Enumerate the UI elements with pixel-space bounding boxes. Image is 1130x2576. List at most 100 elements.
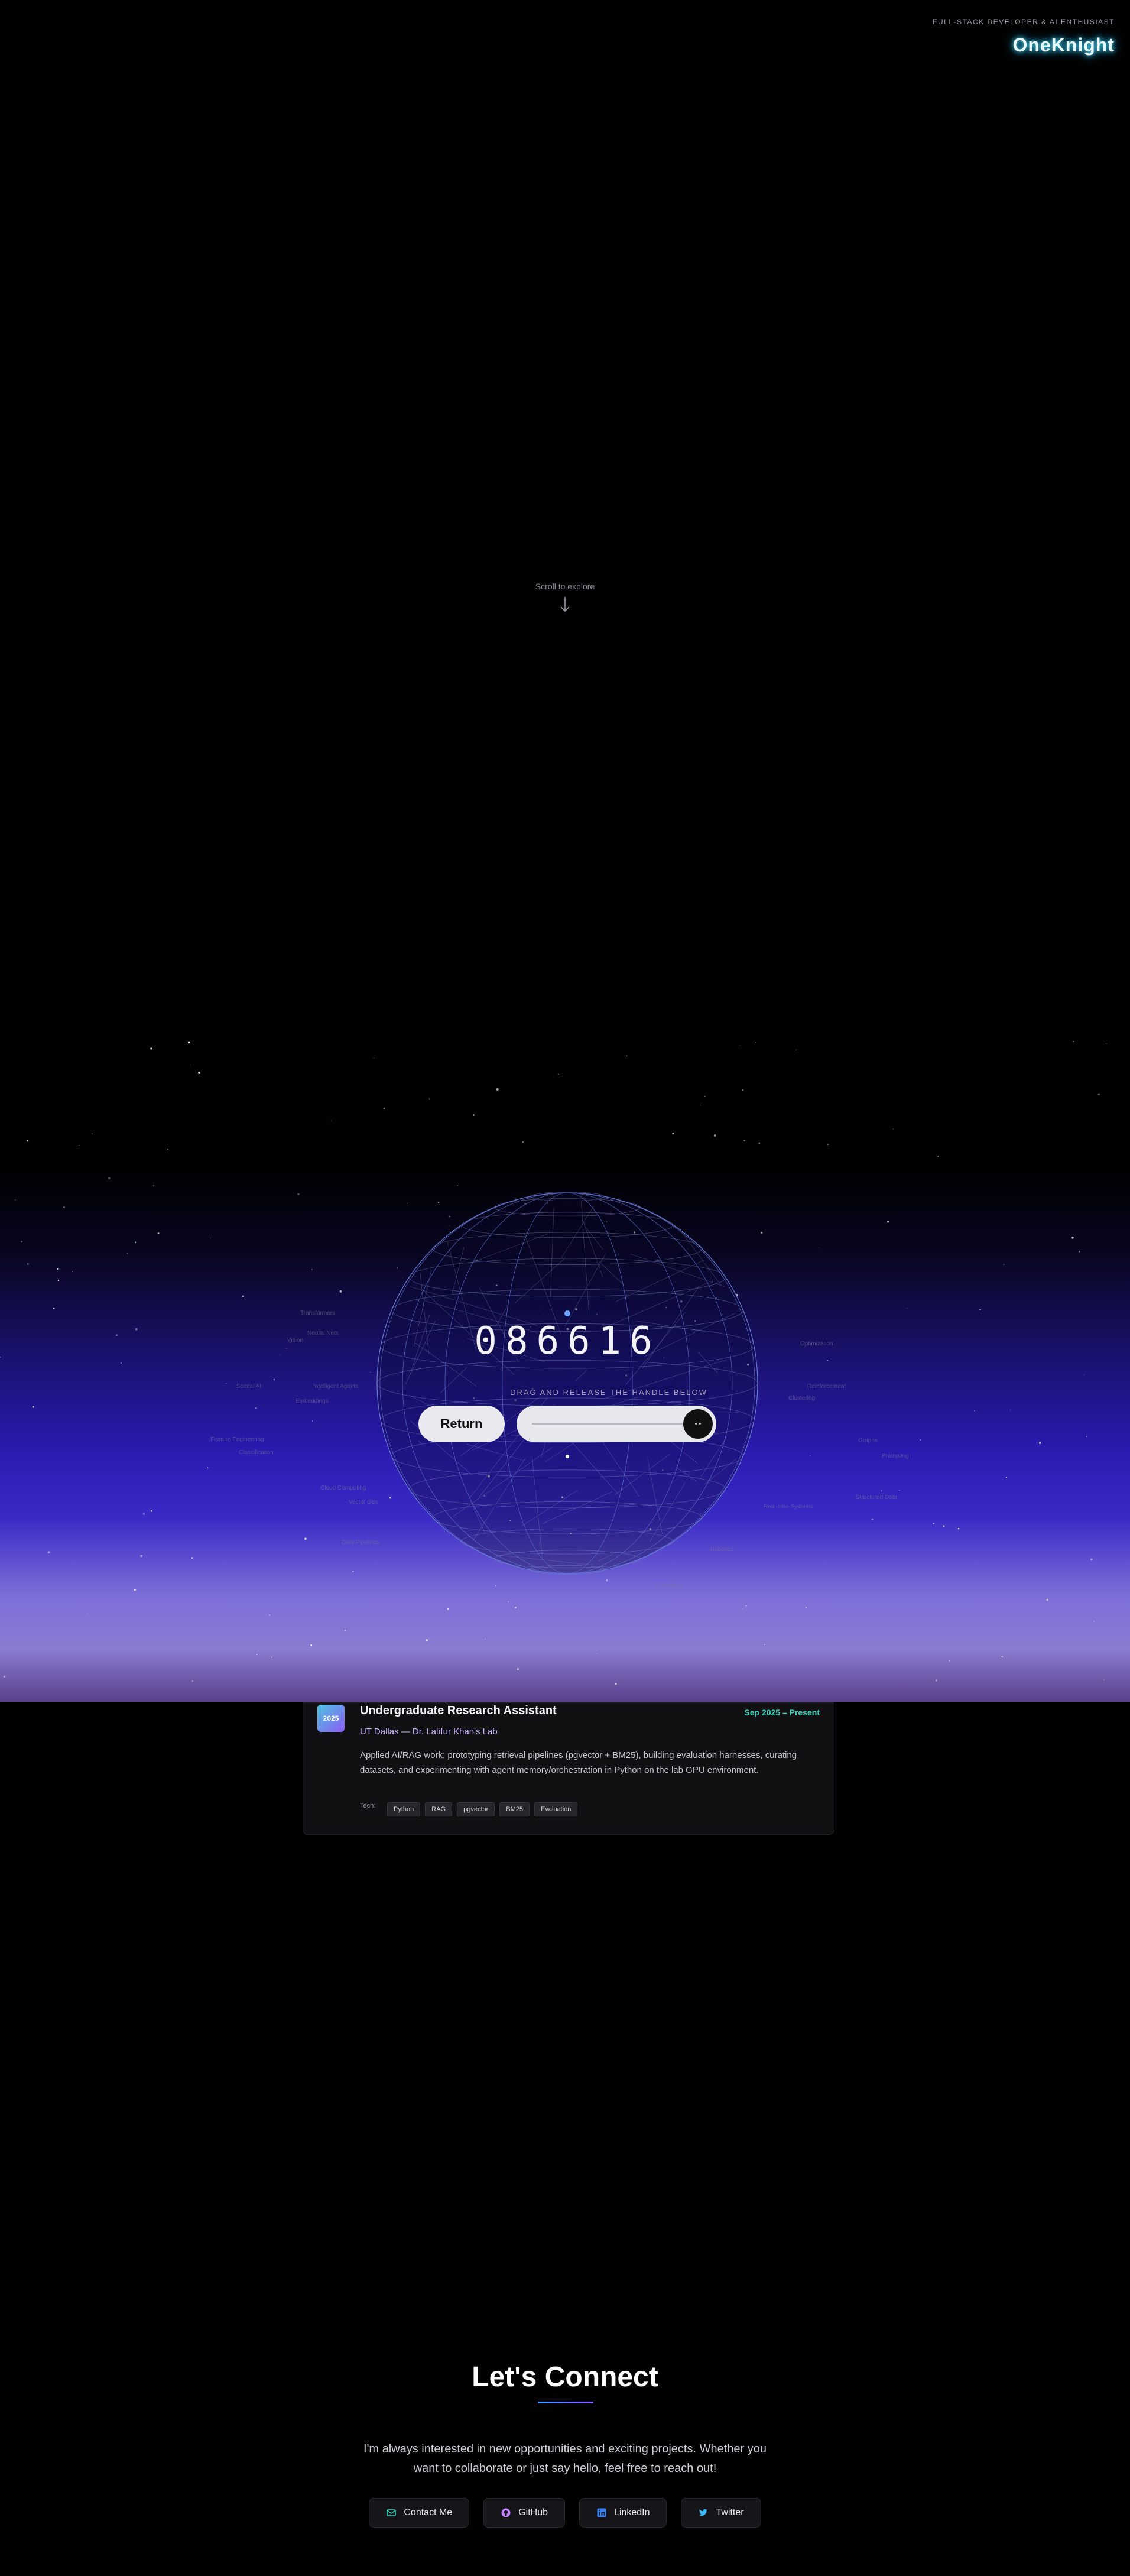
skill-label: Spatial AI: [236, 1383, 262, 1390]
star: [187, 1041, 190, 1044]
skill-label: Data Pipelines: [342, 1539, 380, 1546]
star: [207, 1467, 209, 1469]
star: [142, 1513, 145, 1516]
link-label: GitHub: [518, 2507, 548, 2517]
star: [742, 1089, 744, 1091]
slider-track: [532, 1423, 687, 1425]
skill-label: Robotics: [710, 1546, 733, 1553]
tech-tag: Evaluation: [534, 1802, 578, 1816]
star: [191, 1680, 193, 1682]
star: [57, 1268, 59, 1270]
star: [805, 1607, 807, 1608]
tech-tags: Python RAG pgvector BM25 Evaluation: [387, 1802, 578, 1816]
title-underline: [538, 2402, 593, 2403]
globe-node-highlight: [564, 1310, 570, 1316]
star: [256, 1654, 258, 1656]
star: [495, 1585, 497, 1587]
star: [1006, 1477, 1007, 1478]
star: [447, 1608, 449, 1610]
skill-label: Neural Nets: [307, 1330, 339, 1336]
star: [115, 1334, 118, 1336]
tech-tag: RAG: [425, 1802, 453, 1816]
star: [32, 1406, 34, 1408]
star: [1038, 1442, 1041, 1444]
wireframe-globe[interactable]: [374, 1189, 761, 1577]
year-badge: 2025: [317, 1705, 345, 1732]
linkedin-button[interactable]: LinkedIn: [579, 2498, 667, 2528]
star: [1086, 1436, 1087, 1438]
slider-handle[interactable]: • •: [683, 1409, 713, 1439]
star: [297, 1193, 300, 1195]
star: [713, 1134, 716, 1137]
skill-label: Vision: [287, 1337, 304, 1344]
star: [1093, 1621, 1095, 1622]
star: [626, 1055, 628, 1057]
globe-outline: [376, 1192, 758, 1574]
tagline: FULL-STACK DEVELOPER & AI ENTHUSIAST: [933, 18, 1115, 26]
star: [899, 1490, 900, 1491]
star: [935, 1679, 938, 1682]
star: [301, 1662, 302, 1663]
star: [496, 1088, 499, 1091]
star: [1097, 1093, 1100, 1096]
star: [150, 1047, 152, 1050]
star: [743, 1140, 746, 1141]
star: [557, 1073, 559, 1075]
github-button[interactable]: GitHub: [483, 2498, 565, 2528]
site-header: FULL-STACK DEVELOPER & AI ENTHUSIAST One…: [933, 18, 1115, 56]
star: [1001, 1656, 1003, 1657]
star: [1103, 1679, 1105, 1680]
star: [286, 1348, 287, 1349]
star: [3, 1675, 5, 1678]
star: [1090, 1558, 1093, 1561]
contact-me-button[interactable]: Contact Me: [369, 2498, 470, 2528]
star: [827, 1144, 829, 1145]
star: [255, 1407, 257, 1409]
star: [937, 1156, 939, 1157]
star: [53, 1308, 55, 1309]
star: [508, 1601, 509, 1603]
star: [311, 1268, 313, 1270]
skill-label: Evaluation: [656, 1583, 684, 1589]
skill-label: Clustering: [788, 1395, 816, 1401]
skill-label: Graphs: [858, 1438, 878, 1444]
star: [242, 1295, 244, 1297]
github-icon: [501, 2508, 511, 2517]
release-slider[interactable]: • •: [517, 1406, 716, 1442]
star: [152, 1185, 155, 1187]
star: [606, 1579, 608, 1582]
star: [933, 1523, 934, 1524]
star: [120, 1362, 122, 1364]
star: [739, 1045, 740, 1046]
star: [304, 1537, 307, 1540]
star: [515, 1607, 517, 1608]
star: [979, 1309, 981, 1310]
star: [795, 1049, 797, 1050]
star: [1046, 1598, 1048, 1601]
star: [198, 1072, 200, 1074]
star: [271, 1656, 272, 1658]
star: [225, 1383, 227, 1384]
star: [1071, 1237, 1074, 1239]
star: [615, 1683, 617, 1685]
brand-logo[interactable]: OneKnight: [933, 34, 1115, 56]
star: [827, 1360, 829, 1361]
star: [157, 1232, 160, 1235]
star: [383, 1107, 385, 1109]
star: [140, 1555, 143, 1558]
star: [63, 1206, 65, 1208]
twitter-button[interactable]: Twitter: [681, 2498, 761, 2528]
connect-title: Let's Connect: [472, 2361, 658, 2393]
link-label: Twitter: [716, 2507, 744, 2517]
skill-label: Structured Data: [856, 1494, 898, 1501]
star: [273, 1378, 275, 1381]
star: [135, 1328, 138, 1331]
star: [344, 1630, 346, 1631]
star: [27, 1140, 29, 1142]
star: [330, 1120, 332, 1121]
return-button[interactable]: Return: [418, 1406, 505, 1442]
scroll-hint[interactable]: Scroll to explore: [0, 582, 1130, 615]
tech-tag: Python: [387, 1802, 421, 1816]
linkedin-icon: [597, 2508, 606, 2517]
star: [134, 1588, 136, 1591]
